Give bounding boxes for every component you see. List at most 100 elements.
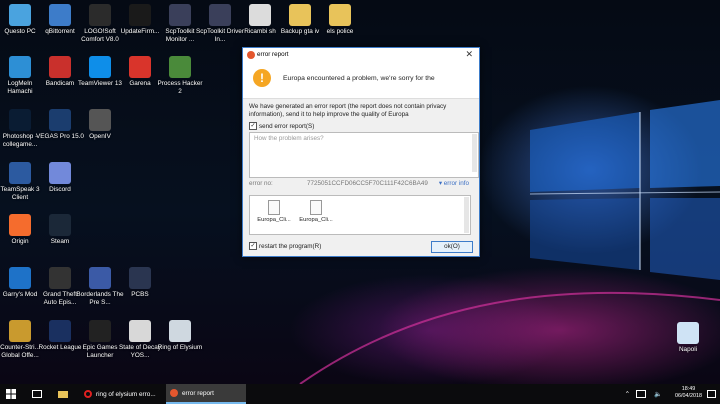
document-icon [268, 200, 280, 215]
error-message: Europa encountered a problem, we're sorr… [283, 75, 435, 82]
file-explorer-button[interactable] [58, 384, 68, 404]
ring-of-elysium-icon [169, 320, 191, 342]
desktop-icon-label: Ring of Elysium [157, 344, 203, 351]
taskbar-item-label: error report [182, 389, 214, 397]
taskbar-item-ring-of-elysium[interactable]: ring of elysium erro... [80, 384, 160, 404]
taskbar-item-label: ring of elysium erro... [96, 390, 156, 398]
steam-icon [49, 214, 71, 236]
volume-button[interactable]: 🔈 [654, 384, 662, 404]
start-button[interactable] [6, 384, 20, 404]
process-hacker-icon [169, 56, 191, 78]
restart-checkbox[interactable]: ✓ restart the program(R) [249, 242, 321, 250]
desktop-icon[interactable]: OpenIV [76, 109, 124, 141]
restart-label: restart the program(R) [259, 242, 322, 250]
teamviewer-icon [89, 56, 111, 78]
file-icon [249, 4, 271, 26]
app-icon [170, 389, 178, 397]
dialog-header: ! Europa encountered a problem, we're so… [243, 62, 479, 99]
comment-scrollbar[interactable] [472, 134, 477, 172]
error-code: 7725051CCFD06CC5F70C111F42C6BA49 [307, 180, 428, 187]
discord-icon [49, 162, 71, 184]
vegas-icon [49, 109, 71, 131]
network-icon[interactable] [636, 384, 646, 404]
taskbar-item-error-report[interactable]: error report [166, 384, 246, 404]
checkbox-checked-icon[interactable]: ✓ [249, 242, 257, 250]
desktop-icon-label: OpenIV [89, 133, 111, 140]
files-scrollbar[interactable] [464, 197, 469, 233]
desktop-icon-label: els police [326, 28, 354, 35]
chevron-up-icon: ⌃ [624, 391, 630, 398]
windows-start-icon [6, 389, 16, 399]
notifications-button[interactable] [707, 384, 716, 404]
desktop-icon[interactable]: Napoli [664, 322, 712, 354]
computer-icon [9, 4, 31, 26]
ok-button[interactable]: ok(O) [431, 241, 473, 253]
desktop-icon[interactable]: Ring of Elysium [156, 320, 204, 352]
desktop-icon[interactable]: els police [316, 4, 364, 36]
epic-games-icon [89, 320, 111, 342]
desktop-icon[interactable]: Steam [36, 214, 84, 246]
file-label: Europa_Cli... [257, 217, 291, 223]
notifications-icon [707, 390, 716, 398]
task-view-icon [32, 390, 42, 398]
scptoolkit-monitor-icon [169, 4, 191, 26]
network-icon [636, 390, 646, 398]
app-icon [247, 51, 255, 59]
error-label: error no: [249, 180, 273, 187]
attached-files-list: Europa_Cli... Europa_Cli... [249, 195, 471, 235]
clock[interactable]: 18:49 06/04/2018 [675, 386, 702, 400]
teamspeak-icon [9, 162, 31, 184]
desktop-icon-label: Discord [49, 186, 71, 193]
bandicam-icon [49, 56, 71, 78]
error-report-dialog: error report ✕ ! Europa encountered a pr… [242, 47, 480, 257]
recycle-bin-icon [677, 322, 699, 344]
send-report-checkbox[interactable]: ✓ send error report(S) [249, 122, 314, 130]
folder-icon [58, 390, 68, 398]
comment-textarea[interactable]: How the problem arises? [249, 132, 479, 178]
document-icon [310, 200, 322, 215]
clock-time: 18:49 [681, 386, 696, 392]
folder-icon [329, 4, 351, 26]
garena-icon [129, 56, 151, 78]
send-report-label: send error report(S) [259, 122, 315, 130]
desktop-icon-label: Steam [50, 238, 70, 245]
desktop-icon[interactable]: Process Hacker 2 [156, 56, 204, 95]
pcbs-icon [129, 267, 151, 289]
state-of-decay-icon [129, 320, 151, 342]
garrys-mod-icon [9, 267, 31, 289]
error-info-link[interactable]: ▾ error info [439, 180, 469, 187]
file-label: Europa_Cli... [299, 217, 333, 223]
close-icon[interactable]: ✕ [465, 49, 473, 60]
borderlands-icon [89, 267, 111, 289]
desktop-icon-label: Napoli [678, 346, 698, 353]
attached-file[interactable]: Europa_Cli... [256, 200, 292, 223]
taskbar: ring of elysium erro... error report ⌃ 🔈… [0, 384, 720, 404]
dialog-title: error report [257, 51, 289, 58]
desktop-icon-label: PCBS [131, 291, 149, 298]
dialog-titlebar[interactable]: error report ✕ [243, 48, 479, 62]
origin-icon [9, 214, 31, 236]
rocket-league-icon [49, 320, 71, 342]
folder-icon [289, 4, 311, 26]
desktop-icon[interactable]: Discord [36, 162, 84, 194]
scptoolkit-driver-icon [209, 4, 231, 26]
desktop-icon-label: Process Hacker 2 [157, 80, 203, 95]
openiv-icon [89, 109, 111, 131]
show-hidden-icons-button[interactable]: ⌃ [625, 384, 630, 404]
warning-icon: ! [253, 69, 271, 87]
gta-icon [49, 267, 71, 289]
clock-date: 06/04/2018 [675, 393, 702, 399]
checkbox-checked-icon[interactable]: ✓ [249, 122, 257, 130]
update-firmware-icon [129, 4, 151, 26]
hamachi-icon [9, 56, 31, 78]
desktop-icon[interactable]: PCBS [116, 267, 164, 299]
photoshop-icon [9, 109, 31, 131]
report-description: We have generated an error report (the r… [249, 103, 447, 118]
attached-file[interactable]: Europa_Cli... [298, 200, 334, 223]
error-number-row: error no: 7725051CCFD06CC5F70C111F42C6BA… [249, 180, 473, 188]
csgo-icon [9, 320, 31, 342]
logosoft-icon [89, 4, 111, 26]
comment-placeholder: How the problem arises? [254, 135, 324, 142]
opera-icon [84, 390, 92, 398]
task-view-button[interactable] [32, 384, 42, 404]
